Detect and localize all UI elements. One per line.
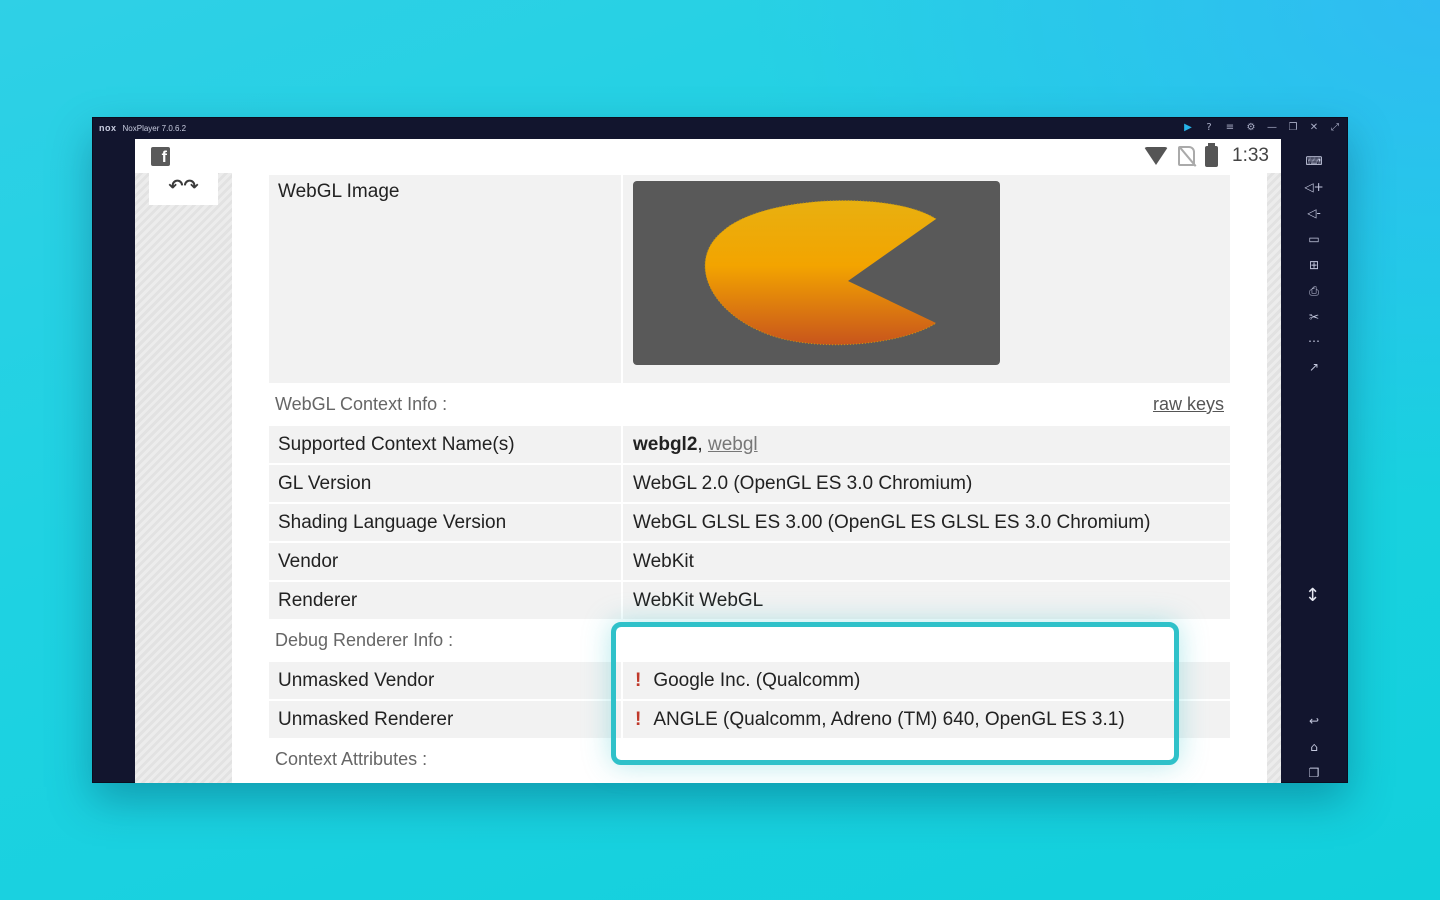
table-row: GL Version WebGL 2.0 (OpenGL ES 3.0 Chro… <box>269 465 1230 502</box>
row-value: WebKit WebGL <box>633 589 764 611</box>
context-name-primary: webgl2 <box>633 433 698 455</box>
emulator-window: nox NoxPlayer 7.0.6.2 ▶ ? ≡ ⚙ — ❐ ✕ ⤢ f … <box>92 117 1348 783</box>
unmasked-vendor-value: Google Inc. (Qualcomm) <box>653 669 861 691</box>
table-row: Unmasked Vendor ! Google Inc. (Qualcomm) <box>269 662 1230 699</box>
row-value: webgl2, webgl <box>623 426 1230 463</box>
resize-cursor-icon: ↕ <box>1305 585 1321 606</box>
site-logo[interactable]: ↶↷ <box>149 173 218 205</box>
android-screen: f 1:33 ↶↷ WebGL Image WebGL Context Info… <box>135 139 1281 783</box>
recents-icon[interactable]: ❐ <box>1303 764 1325 782</box>
context-info-header: WebGL Context Info : raw keys <box>269 385 1230 424</box>
screenshot-icon[interactable]: ⎙ <box>1303 282 1325 300</box>
help-icon[interactable]: ? <box>1203 120 1215 136</box>
row-key: WebGL Image <box>269 175 623 383</box>
status-icons: 1:33 <box>1144 142 1269 167</box>
row-key: Vendor <box>269 543 623 580</box>
titlebar-controls: ▶ ? ≡ ⚙ — ❐ ✕ ⤢ <box>1182 120 1341 136</box>
raw-keys-link[interactable]: raw keys <box>1153 394 1224 415</box>
browser-page[interactable]: ↶↷ WebGL Image WebGL Context Info: raw … <box>135 173 1281 783</box>
multi-window-icon[interactable]: ↗ <box>1303 358 1325 376</box>
webgl-link[interactable]: webgl <box>708 434 758 455</box>
more-icon[interactable]: ⋯ <box>1303 332 1325 350</box>
emulator-sidebar: ⌨ ◁+ ◁- ▭ ⊞ ⎙ ✂ ⋯ ↗ ↩ ⌂ ❐ <box>1281 138 1347 782</box>
install-apk-icon[interactable]: ⊞ <box>1303 256 1325 274</box>
android-status-bar: f 1:33 <box>135 139 1281 173</box>
wifi-icon <box>1144 147 1169 165</box>
row-value: WebGL GLSL ES 3.00 (OpenGL ES GLSL ES 3.… <box>633 511 1151 533</box>
window-title: NoxPlayer 7.0.6.2 <box>122 123 187 133</box>
facebook-icon: f <box>151 147 170 166</box>
home-icon[interactable]: ⌂ <box>1303 738 1325 756</box>
row-value: WebGL 2.0 (OpenGL ES 3.0 Chromium) <box>633 472 973 494</box>
keyboard-icon[interactable]: ⌨ <box>1303 152 1325 170</box>
volume-up-icon[interactable]: ◁+ <box>1303 178 1325 196</box>
table-row: Supported Context Name(s) webgl2, webgl <box>269 426 1230 463</box>
emulator-titlebar: nox NoxPlayer 7.0.6.2 ▶ ? ≡ ⚙ — ❐ ✕ ⤢ <box>93 118 1347 138</box>
no-sim-icon <box>1178 146 1196 166</box>
table-row: WebGL Image <box>269 175 1230 383</box>
section-title: Debug Renderer Info : <box>275 630 454 650</box>
battery-icon <box>1205 142 1219 167</box>
minimize-icon[interactable]: — <box>1266 120 1278 136</box>
table-row: Vendor WebKit <box>269 543 1230 580</box>
section-title: Context Attributes : <box>275 749 428 769</box>
status-clock: 1:33 <box>1232 145 1269 166</box>
row-value <box>623 175 1230 383</box>
warning-icon: ! <box>635 708 642 730</box>
right-margin <box>1267 173 1281 783</box>
nox-logo: nox <box>99 123 117 133</box>
restore-icon[interactable]: ❐ <box>1287 120 1299 136</box>
report-content: WebGL Image WebGL Context Info: raw key… <box>269 173 1230 779</box>
table-row: Shading Language Version WebGL GLSL ES 3… <box>269 504 1230 541</box>
close-icon[interactable]: ✕ <box>1308 120 1320 136</box>
row-value: ! ANGLE (Qualcomm, Adreno (TM) 640, OpenG… <box>623 701 1230 738</box>
row-value: WebKit <box>633 550 694 572</box>
row-key: Shading Language Version <box>269 504 623 541</box>
debug-info-table: Unmasked Vendor ! Google Inc. (Qualcomm) … <box>269 660 1230 740</box>
unmasked-renderer-value: ANGLE (Qualcomm, Adreno (TM) 640, OpenGL… <box>653 708 1125 730</box>
row-key: Unmasked Renderer <box>269 701 623 738</box>
left-margin <box>135 173 232 783</box>
menu-icon[interactable]: ≡ <box>1224 120 1236 136</box>
row-key: GL Version <box>269 465 623 502</box>
fullscreen-icon[interactable]: ⤢ <box>1329 120 1341 136</box>
screen-icon[interactable]: ▭ <box>1303 230 1325 248</box>
webgl-image-table: WebGL Image <box>269 173 1230 385</box>
row-value: ! Google Inc. (Qualcomm) <box>623 662 1230 699</box>
debug-info-header: Debug Renderer Info : <box>269 621 1230 660</box>
row-key: Supported Context Name(s) <box>269 426 623 463</box>
table-row: Renderer WebKit WebGL <box>269 582 1230 619</box>
row-key: Renderer <box>269 582 623 619</box>
section-title: WebGL Context Info : <box>275 394 448 414</box>
volume-down-icon[interactable]: ◁- <box>1303 204 1325 222</box>
play-icon[interactable]: ▶ <box>1182 120 1194 136</box>
warning-icon: ! <box>635 669 642 691</box>
row-key: Unmasked Vendor <box>269 662 623 699</box>
settings-icon[interactable]: ⚙ <box>1245 120 1257 136</box>
webgl-image <box>633 181 1000 365</box>
table-row: Unmasked Renderer ! ANGLE (Qualcomm, Adre… <box>269 701 1230 738</box>
context-info-table: Supported Context Name(s) webgl2, webgl … <box>269 424 1230 621</box>
context-attributes-header: Context Attributes : <box>269 740 1230 779</box>
context-name-separator: , <box>697 433 708 455</box>
scissors-icon[interactable]: ✂ <box>1303 308 1325 326</box>
back-icon[interactable]: ↩ <box>1303 712 1325 730</box>
